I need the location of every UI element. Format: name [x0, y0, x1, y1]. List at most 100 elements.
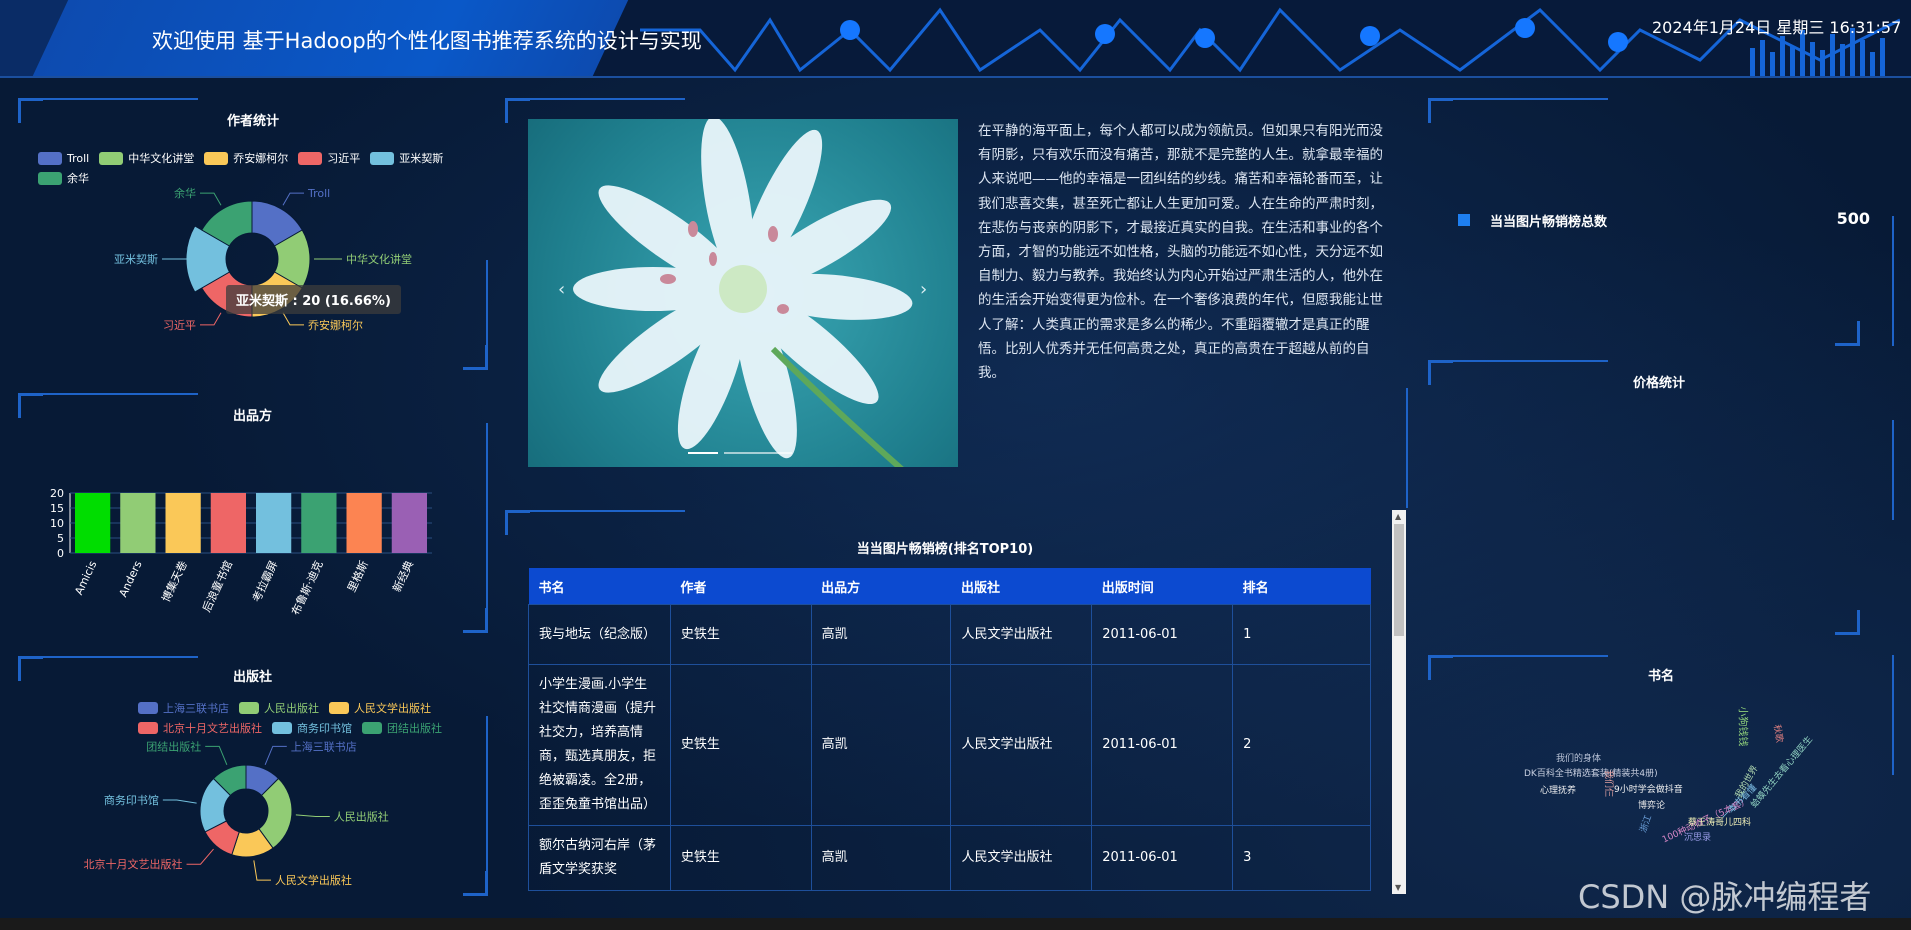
carousel-dot[interactable]: [688, 452, 718, 454]
price-panel-title: 价格统计: [1633, 376, 1686, 391]
pie-label: 上海三联书店: [291, 739, 357, 753]
cell-producer: 高凯: [810, 825, 952, 891]
pie-label: 余华: [174, 186, 196, 200]
flower-image: [573, 119, 913, 467]
cell-title: 我与地坛（纪念版）: [528, 604, 671, 665]
pie-label: 乔安娜柯尔: [308, 318, 363, 332]
scroll-up-icon[interactable]: ▲: [1395, 512, 1401, 521]
watermark: CSDN @脉冲编程者: [1578, 878, 1872, 916]
bar[interactable]: [346, 493, 382, 553]
author-tooltip: 亚米契斯 : 20 (16.66%): [226, 285, 401, 314]
datetime: 2024年1月24日 星期三 16:31:57: [1652, 18, 1902, 37]
wordcloud-word[interactable]: 我们仨: [1603, 770, 1616, 797]
book-carousel[interactable]: ‹ ›: [528, 119, 958, 467]
cell-date: 2011-06-01: [1091, 604, 1234, 665]
header-date[interactable]: 出版时间: [1091, 568, 1233, 605]
cell-date: 2011-06-01: [1091, 825, 1234, 891]
bar[interactable]: [75, 493, 111, 553]
x-tick-label: 里格斯: [344, 558, 371, 594]
table-scroll-area[interactable]: 当当图片畅销榜(排名TOP10) 书名 作者 出品方 出版社 出版时间 排名 我…: [505, 510, 1385, 894]
carousel-next-button[interactable]: ›: [920, 279, 927, 300]
cell-rank: 2: [1232, 664, 1371, 826]
table-scrollbar[interactable]: ▲ ▼: [1392, 510, 1406, 894]
wordcloud-word[interactable]: 蔡王涛哥儿四科: [1688, 815, 1751, 828]
cell-producer: 高凯: [810, 604, 952, 665]
x-tick-label: 后浪童书馆: [199, 558, 235, 614]
header-rank[interactable]: 排名: [1232, 568, 1371, 605]
bar[interactable]: [391, 493, 427, 553]
label-line: [253, 860, 271, 881]
carousel-dot[interactable]: [724, 452, 792, 454]
pie-label: 北京十月文艺出版社: [84, 857, 183, 871]
y-tick-label: 10: [50, 517, 64, 530]
taskbar: [0, 918, 1911, 930]
wordcloud-word[interactable]: 我们的身体: [1556, 751, 1601, 764]
cell-publisher: 人民文学出版社: [950, 664, 1093, 826]
y-tick-label: 15: [50, 502, 64, 515]
label-line: [282, 192, 304, 206]
table-row[interactable]: 我与地坛（纪念版） 史铁生 高凯 人民文学出版社 2011-06-01 1: [528, 604, 1371, 665]
carousel-indicators[interactable]: [688, 452, 792, 454]
wordcloud-word[interactable]: DK百科全书精选套装(精装共4册): [1524, 766, 1658, 779]
scroll-down-icon[interactable]: ▼: [1395, 883, 1401, 892]
cell-publisher: 人民文学出版社: [950, 825, 1093, 891]
price-panel: 价格统计: [1428, 360, 1894, 635]
pie-label: 团结出版社: [146, 739, 201, 753]
cell-publisher: 人民文学出版社: [950, 604, 1093, 665]
pie-label: 商务印书馆: [104, 793, 159, 807]
carousel-prev-button[interactable]: ‹: [558, 279, 565, 300]
label-line: [295, 814, 330, 817]
cell-producer: 高凯: [810, 664, 952, 826]
x-tick-label: 考拉霸屏: [249, 558, 280, 604]
header-author[interactable]: 作者: [670, 568, 812, 605]
x-tick-label: Anders: [117, 559, 145, 600]
wordcloud-word[interactable]: 秋歌: [1771, 724, 1787, 743]
table-title: 当当图片畅销榜(排名TOP10): [856, 542, 1034, 557]
table-row[interactable]: 小学生漫画.小学生社交情商漫画（提升社交力，培养高情商，甄选真朋友，拒绝被霸凌。…: [528, 664, 1371, 826]
cell-date: 2011-06-01: [1091, 664, 1234, 826]
publisher-pie-chart[interactable]: 上海三联书店人民出版社人民文学出版社 北京十月文艺出版社商务印书馆 团结出版社: [18, 656, 488, 896]
producer-bar-chart[interactable]: 0 5 10 15 20 Amicis Anders 博集天卷 后浪童书馆 考拉霸屏 布鲁斯·迪克里…: [18, 393, 488, 633]
wordcloud-word[interactable]: 9小时学会做抖音: [1614, 782, 1683, 795]
header: 欢迎使用 基于Hadoop的个性化图书推荐系统的设计与实现 2024年1月24日…: [0, 0, 1911, 78]
header-title[interactable]: 书名: [528, 568, 671, 605]
author-pie-chart[interactable]: Troll 中华文化讲堂乔安娜柯尔 习近平 亚米契斯 余华: [18, 98, 488, 370]
cell-author: 史铁生: [669, 604, 812, 665]
cell-title: 额尔古纳河右岸（茅盾文学奖获奖: [528, 825, 671, 891]
cell-author: 史铁生: [669, 825, 812, 891]
wordcloud-word[interactable]: 心理抚养: [1540, 783, 1576, 796]
header-producer[interactable]: 出品方: [811, 568, 951, 605]
intro-text: 在平静的海平面上，每个人都可以成为领航员。但如果只有阳光而没有阴影，只有欢乐而没…: [978, 123, 1383, 382]
label-line: [200, 312, 222, 326]
pie-label: 习近平: [163, 319, 196, 332]
x-tick-label: 博集天卷: [159, 558, 190, 604]
scrollbar-thumb[interactable]: [1394, 524, 1404, 636]
cell-rank: 1: [1232, 604, 1371, 665]
header-publisher[interactable]: 出版社: [950, 568, 1092, 605]
cell-author: 史铁生: [669, 664, 812, 826]
y-tick-label: 20: [50, 487, 64, 500]
header-decoration: [640, 7, 1900, 78]
bar[interactable]: [301, 493, 337, 553]
bar[interactable]: [210, 493, 246, 553]
wordcloud-word[interactable]: 浙江: [1636, 813, 1655, 834]
y-tick-label: 0: [57, 547, 64, 560]
label-line: [162, 799, 197, 804]
bar[interactable]: [256, 493, 292, 553]
wordcloud-word[interactable]: 小狗钱钱: [1737, 707, 1752, 747]
bar[interactable]: [120, 493, 156, 553]
x-tick-label: 新经典: [389, 558, 416, 594]
wordcloud-word[interactable]: 博弈论: [1638, 798, 1665, 811]
bar[interactable]: [165, 493, 201, 553]
producer-panel: 出品方 0 5 10 15 20 Amicis Anders 博集天卷 后浪童书馆 考拉霸屏 布鲁斯…: [18, 393, 488, 633]
label-line: [282, 312, 304, 326]
stat-marker-icon: [1458, 214, 1470, 226]
book-wordcloud[interactable]: 我们的身体 DK百科全书精选套装(精装共4册) 心理抚养 9小时学会做抖音 博弈…: [1428, 655, 1894, 896]
x-tick-label: 布鲁斯·迪克: [288, 558, 325, 617]
author-panel: 作者统计 Troll 中华文化讲堂 乔安娜柯尔 习近平 亚米契斯 余华 Trol…: [18, 98, 488, 370]
table-row[interactable]: 额尔古纳河右岸（茅盾文学奖获奖 史铁生 高凯 人民文学出版社 2011-06-0…: [528, 825, 1371, 891]
pie-label: 人民文学出版社: [275, 873, 352, 887]
pie-label: 亚米契斯: [114, 252, 158, 266]
wordcloud-word[interactable]: 沉思录: [1684, 830, 1711, 843]
x-tick-label: Amicis: [72, 559, 99, 597]
